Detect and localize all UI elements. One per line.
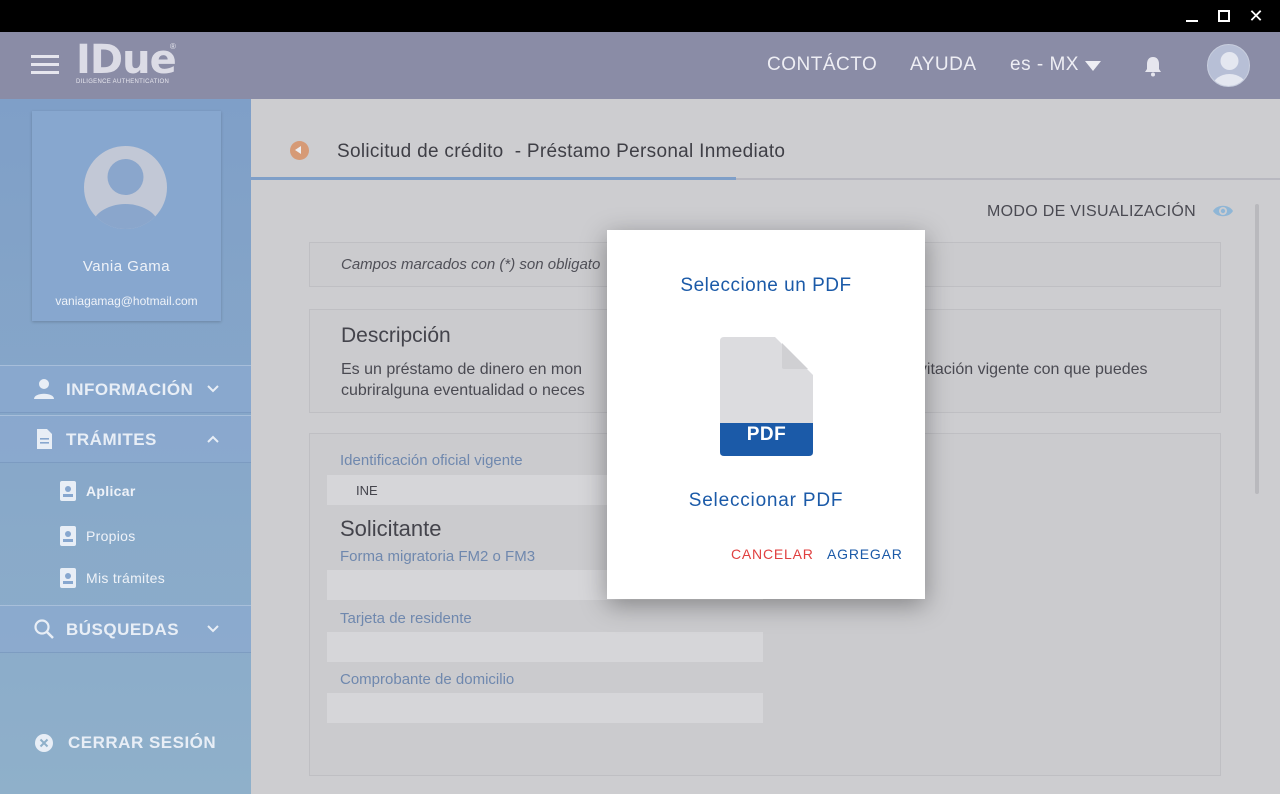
profile-card: Vania Gama vaniagamag@hotmail.com [32,111,221,321]
pdf-badge-label: PDF [746,424,787,445]
maximize-icon [1218,10,1230,22]
logout-label: CERRAR SESIÓN [68,733,217,752]
sidebar-subitem-propios[interactable]: Propios [0,516,251,556]
sidebar-subitem-label: Aplicar [86,483,136,499]
sidebar-item-label: BÚSQUEDAS [66,620,180,639]
id-card-icon [60,526,76,546]
app-header: IDue ® DILIGENCE AUTHENTICATION CONTÁCTO… [0,32,1280,99]
sidebar: Vania Gama vaniagamag@hotmail.com INFORM… [0,99,251,794]
language-selector[interactable]: es - MX [1010,54,1101,76]
eye-icon[interactable] [1212,203,1234,219]
user-icon [91,159,160,229]
chevron-down-icon [207,625,219,633]
sidebar-subitem-aplicar[interactable]: Aplicar [0,471,251,511]
user-icon [1212,52,1247,86]
description-heading: Descripción [341,324,451,347]
title-progress-bar [251,177,736,180]
page-title: Solicitud de crédito - Préstamo Personal… [337,141,786,162]
user-avatar[interactable] [1207,44,1250,87]
select-pdf-dialog: Seleccione un PDF PDF Seleccionar PDF CA… [607,230,925,599]
domicilio-field-input[interactable] [327,693,763,723]
logo-registered-mark: ® [170,42,176,51]
back-arrow-icon[interactable] [290,141,309,160]
close-circle-icon [35,734,53,752]
chevron-up-icon [207,435,219,443]
description-text-line1b: nvitación vigente con que puedes [910,361,1148,378]
close-icon: ✕ [1248,5,1264,26]
person-icon [34,379,54,399]
profile-name: Vania Gama [82,258,171,275]
minimize-button[interactable] [1176,0,1208,32]
id-card-icon [60,568,76,588]
sidebar-item-label: TRÁMITES [66,430,157,449]
document-icon [37,429,52,449]
sidebar-subitem-label: Mis trámites [86,570,166,586]
fm-field-label: Forma migratoria FM2 o FM3 [340,548,536,565]
nav-ayuda-link[interactable]: AYUDA [910,54,977,76]
scrollbar[interactable] [1255,204,1259,494]
search-icon [34,619,54,639]
required-note-text: Campos marcados con (*) son obligato [341,256,601,273]
sidebar-subitem-label: Propios [86,528,136,544]
dialog-title: Seleccione un PDF [680,275,852,296]
sidebar-item-busquedas[interactable]: BÚSQUEDAS [0,605,251,653]
residente-field-label: Tarjeta de residente [340,610,472,627]
profile-email: vaniagamag@hotmail.com [55,294,198,308]
id-field-label: Identificación oficial vigente [340,452,523,469]
id-card-icon [60,481,76,501]
chevron-down-icon [207,385,219,393]
description-text-line2: cubriralguna eventualidad o neces [341,382,585,399]
view-mode-label: MODO DE VISUALIZACIÓN [987,203,1196,220]
maximize-button[interactable] [1208,0,1240,32]
minimize-icon [1186,20,1198,22]
app-logo: IDue ® DILIGENCE AUTHENTICATION [76,40,186,90]
profile-avatar [84,146,167,229]
sidebar-item-tramites[interactable]: TRÁMITES [0,415,251,463]
add-button[interactable]: AGREGAR [827,546,903,562]
caret-down-icon [1084,61,1101,71]
hamburger-menu-icon[interactable] [31,55,59,75]
domicilio-field-label: Comprobante de domicilio [340,671,515,688]
sidebar-item-label: INFORMACIÓN [66,380,194,399]
section-heading-solicitante: Solicitante [340,516,442,541]
residente-field-input[interactable] [327,632,763,662]
nav-contacto-link[interactable]: CONTÁCTO [767,54,877,76]
language-label: es - MX [1010,54,1079,75]
cancel-button[interactable]: CANCELAR [731,546,814,562]
id-field-value: INE [356,483,378,498]
logout-button[interactable]: CERRAR SESIÓN [34,731,216,755]
bell-icon[interactable] [1143,55,1163,77]
sidebar-subitem-mis-tramites[interactable]: Mis trámites [0,558,251,598]
sidebar-item-informacion[interactable]: INFORMACIÓN [0,365,251,413]
window-titlebar: ✕ [0,0,1280,32]
description-text-line1a: Es un préstamo de dinero en mon [341,361,583,378]
close-window-button[interactable]: ✕ [1240,0,1272,32]
select-pdf-link[interactable]: Seleccionar PDF [607,490,925,512]
